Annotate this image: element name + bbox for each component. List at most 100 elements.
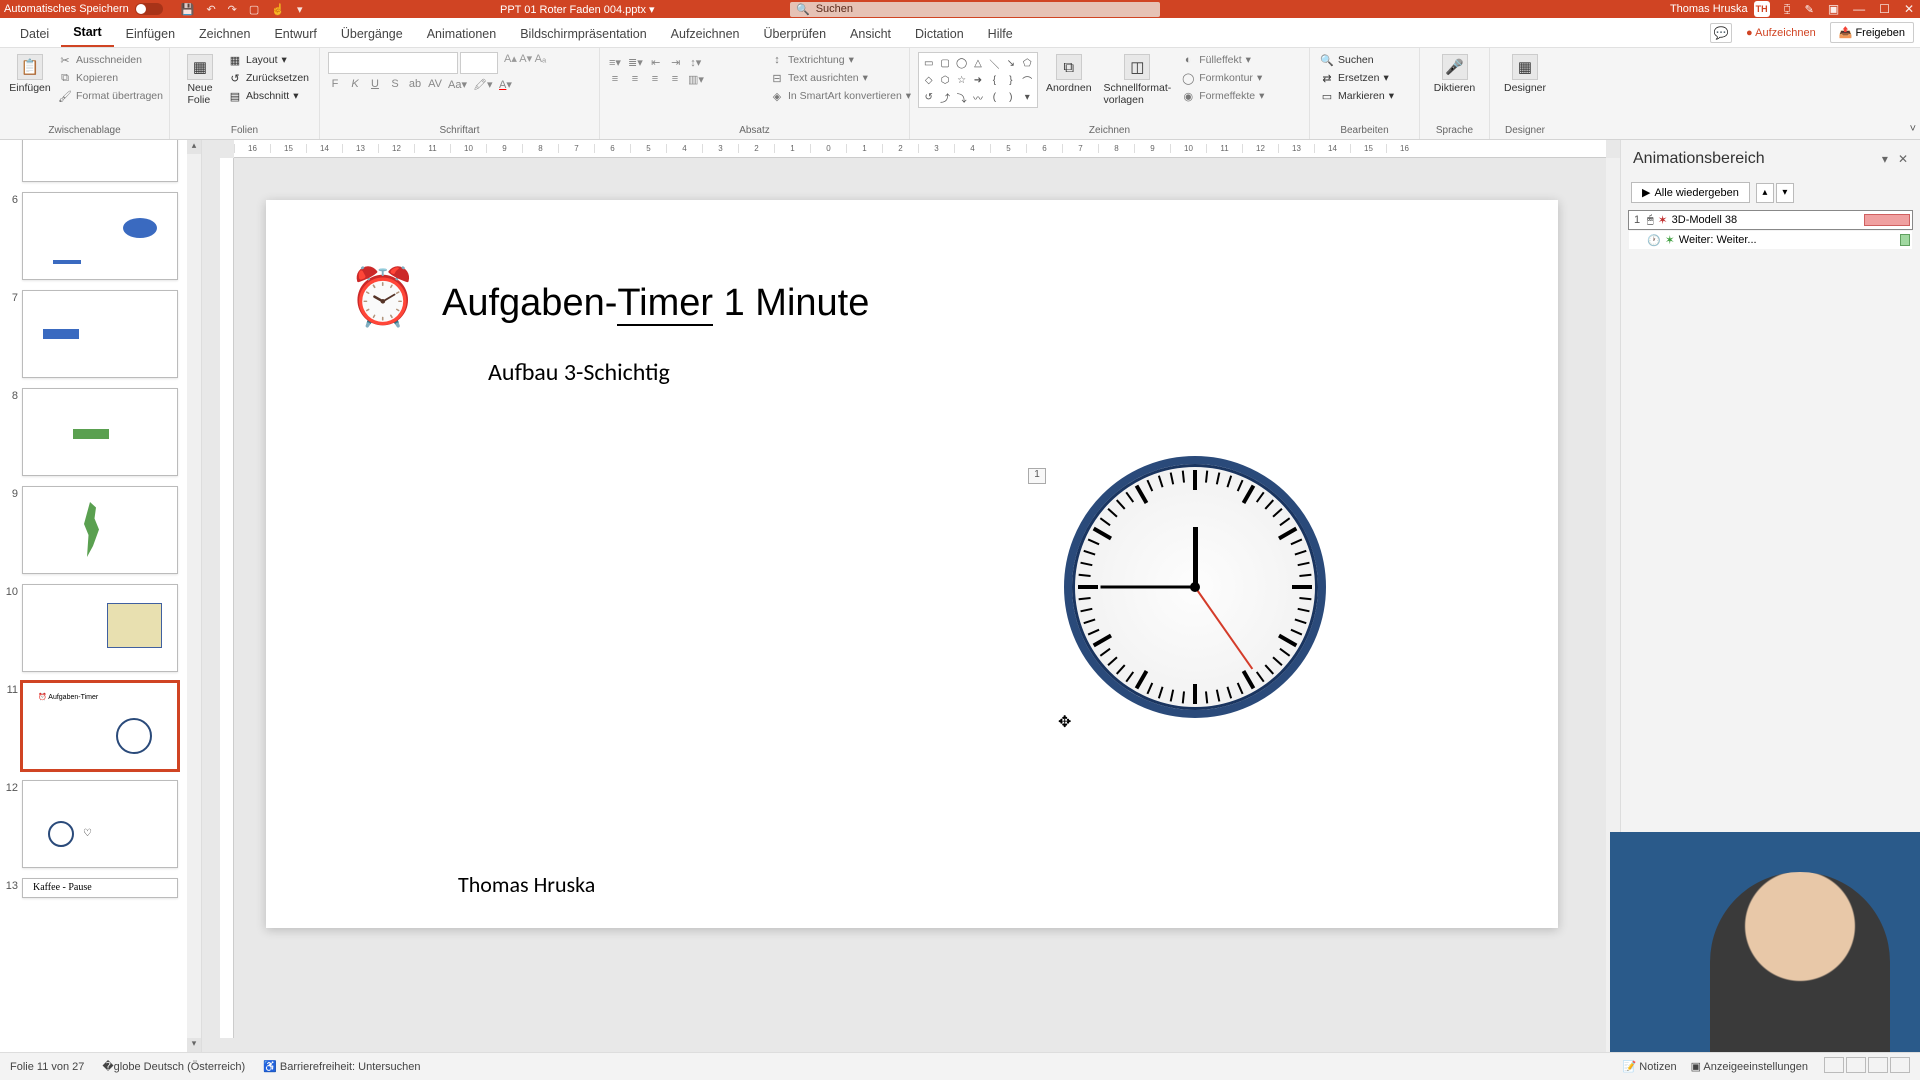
minimize-icon[interactable]: — (1853, 2, 1865, 16)
shadow-button[interactable]: ab (408, 78, 422, 91)
thumb-13[interactable]: 13Kaffee - Pause (4, 878, 183, 898)
tab-aufzeichnen[interactable]: Aufzeichnen (659, 21, 752, 47)
maximize-icon[interactable]: ☐ (1879, 2, 1890, 16)
align-right-button[interactable]: ≡ (648, 73, 662, 86)
slide-canvas[interactable]: ⏰ Aufgaben-Timer 1 Minute Aufbau 3-Schic… (266, 200, 1558, 928)
case-button[interactable]: Aa▾ (448, 78, 467, 91)
view-buttons[interactable] (1822, 1057, 1910, 1076)
slide-editor[interactable]: 1615141312111098765432101234567891011121… (202, 140, 1620, 1052)
strike-button[interactable]: S (388, 78, 402, 91)
tab-start[interactable]: Start (61, 19, 113, 47)
notes-button[interactable]: 📝 Notizen (1623, 1060, 1677, 1073)
move-up-button[interactable]: ▴ (1756, 183, 1774, 203)
present-icon[interactable]: ▢ (249, 3, 259, 16)
tab-ansicht[interactable]: Ansicht (838, 21, 903, 47)
thumb-9[interactable]: 9 (4, 486, 183, 574)
freigeben-button[interactable]: 📤 Freigeben (1830, 22, 1914, 43)
columns-button[interactable]: ▥▾ (688, 73, 704, 86)
animation-tag[interactable]: 1 (1028, 468, 1046, 484)
shapes-gallery[interactable]: ▭▢◯△＼↘⬠ ◇⬡☆➜{}⌒ ↺⤴⤵〰()▾ (918, 52, 1038, 108)
autosave-toggle[interactable]: Automatisches Speichern (4, 3, 163, 15)
thumbs-scrollbar[interactable]: ▴ ▾ (187, 140, 201, 1052)
collapse-ribbon-icon[interactable]: ˅ (1910, 123, 1916, 135)
aufzeichnen-button[interactable]: ● Aufzeichnen (1738, 24, 1824, 42)
anim-item-2[interactable]: 🕐 ✶ Weiter: Weiter... (1629, 231, 1912, 249)
highlight-button[interactable]: 🖍▾ (473, 78, 493, 91)
redo-icon[interactable]: ↷ (228, 3, 237, 16)
tab-datei[interactable]: Datei (8, 21, 61, 47)
new-slide-button[interactable]: ▦Neue Folie (178, 52, 222, 108)
numbering-button[interactable]: ≣▾ (628, 56, 643, 69)
anim-item-1[interactable]: 1 🖱 ✶ 3D-Modell 38 (1629, 211, 1912, 229)
font-size-input[interactable] (460, 52, 498, 74)
underline-button[interactable]: U (368, 78, 382, 91)
qat-more-icon[interactable]: ▾ (297, 3, 303, 16)
thumb-8[interactable]: 8 (4, 388, 183, 476)
arrange-button[interactable]: ⧉Anordnen (1042, 52, 1096, 96)
font-color-button[interactable]: A▾ (498, 78, 512, 91)
language-status[interactable]: �globe Deutsch (Österreich) (102, 1060, 245, 1073)
slide-title[interactable]: Aufgaben-Timer 1 Minute (442, 280, 869, 326)
tab-animationen[interactable]: Animationen (415, 21, 509, 47)
touch-icon[interactable]: ☝ (271, 3, 285, 16)
thumb-12[interactable]: 12♡ (4, 780, 183, 868)
dictate-button[interactable]: 🎤Diktieren (1428, 52, 1481, 96)
replace-button[interactable]: ⇄Ersetzen ▾ (1318, 70, 1411, 86)
tab-hilfe[interactable]: Hilfe (976, 21, 1025, 47)
clock-3d-model[interactable] (1064, 456, 1326, 718)
draw-icon[interactable]: ✎ (1805, 3, 1814, 16)
bold-button[interactable]: F (328, 78, 342, 91)
tab-uebergaenge[interactable]: Übergänge (329, 21, 415, 47)
tab-zeichnen[interactable]: Zeichnen (187, 21, 262, 47)
slide-subtitle[interactable]: Aufbau 3-Schichtig (488, 358, 670, 387)
find-button[interactable]: 🔍Suchen (1318, 52, 1411, 68)
play-all-button[interactable]: ▶ Alle wiedergeben (1631, 182, 1750, 203)
pane-dropdown-icon[interactable]: ▾ (1882, 152, 1888, 166)
layout-button[interactable]: ▦Layout ▾ (226, 52, 311, 68)
slide-author[interactable]: Thomas Hruska (458, 871, 595, 898)
outdent-button[interactable]: ⇤ (649, 56, 663, 69)
line-spacing-button[interactable]: ↕▾ (689, 56, 703, 69)
bullets-button[interactable]: ≡▾ (608, 56, 622, 69)
close-icon[interactable]: ✕ (1904, 2, 1914, 16)
save-icon[interactable]: 💾 (181, 3, 195, 16)
justify-button[interactable]: ≡ (668, 73, 682, 86)
alarm-clock-icon[interactable]: ⏰ (348, 264, 418, 330)
thumb-11[interactable]: 11⏰ Aufgaben-Timer (4, 682, 183, 770)
pane-close-icon[interactable]: ✕ (1898, 152, 1908, 166)
thumb-6[interactable]: 6 (4, 192, 183, 280)
align-center-button[interactable]: ≡ (628, 73, 642, 86)
tab-ueberpruefen[interactable]: Überprüfen (751, 21, 838, 47)
ruler-vertical (220, 158, 234, 1038)
tab-einfuegen[interactable]: Einfügen (114, 21, 187, 47)
tab-dictation[interactable]: Dictation (903, 21, 976, 47)
thumb-5[interactable] (4, 140, 183, 182)
comments-button[interactable]: 💬 (1710, 23, 1732, 43)
select-button[interactable]: ▭Markieren ▾ (1318, 88, 1411, 104)
coming-soon-icon[interactable]: ⧮ (1784, 3, 1791, 16)
tab-entwurf[interactable]: Entwurf (262, 21, 328, 47)
thumb-10[interactable]: 10 (4, 584, 183, 672)
thumb-7[interactable]: 7 (4, 290, 183, 378)
reset-button[interactable]: ↺Zurücksetzen (226, 70, 311, 86)
avatar: TH (1754, 1, 1770, 17)
designer-button[interactable]: ▦Designer (1498, 52, 1552, 96)
spacing-button[interactable]: AV (428, 78, 442, 91)
italic-button[interactable]: K (348, 78, 362, 91)
accessibility-status[interactable]: ♿ Barrierefreiheit: Untersuchen (263, 1060, 420, 1073)
user-account[interactable]: Thomas Hruska TH (1670, 1, 1770, 17)
undo-icon[interactable]: ↶ (206, 3, 215, 16)
indent-button[interactable]: ⇥ (669, 56, 683, 69)
display-settings-button[interactable]: ▣ Anzeigeeinstellungen (1691, 1060, 1808, 1073)
slide-counter[interactable]: Folie 11 von 27 (10, 1061, 84, 1073)
filename[interactable]: PPT 01 Roter Faden 004.pptx ▾ (500, 3, 655, 16)
align-left-button[interactable]: ≡ (608, 73, 622, 86)
ribbon-mode-icon[interactable]: ▣ (1828, 2, 1839, 16)
quickstyles-button[interactable]: ◫Schnellformat- vorlagen (1100, 52, 1176, 108)
search-box[interactable]: 🔍 Suchen (790, 2, 1160, 17)
section-button[interactable]: ▤Abschnitt ▾ (226, 88, 311, 104)
font-name-input[interactable] (328, 52, 458, 74)
tab-bildschirm[interactable]: Bildschirmpräsentation (508, 21, 658, 47)
paste-button[interactable]: 📋Einfügen (8, 52, 52, 96)
move-down-button[interactable]: ▾ (1776, 183, 1794, 203)
